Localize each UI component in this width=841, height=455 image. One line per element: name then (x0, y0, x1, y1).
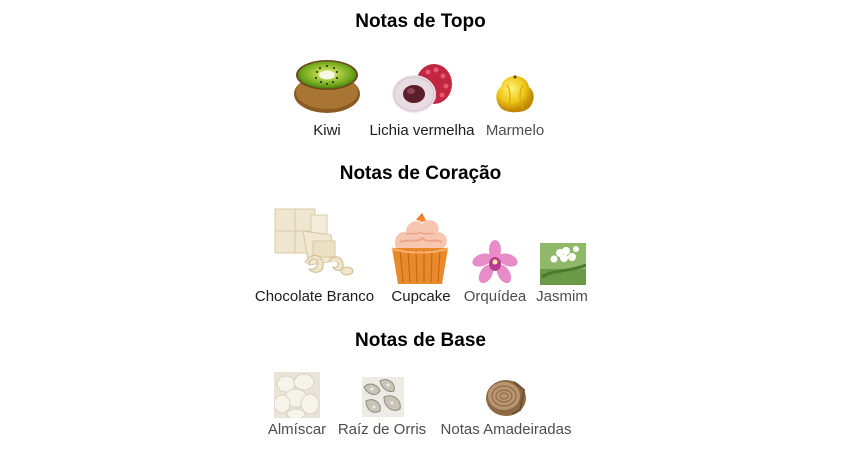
jasmine-image (540, 243, 586, 285)
quince-image (496, 75, 534, 113)
note-label: Almíscar (267, 421, 327, 438)
orris-root-image (362, 377, 404, 417)
note-label: Cupcake (391, 288, 451, 305)
section-title-base: Notas de Base (355, 330, 486, 351)
musk-image (274, 372, 320, 418)
section-title-heart: Notas de Coração (339, 163, 502, 184)
note-label: Marmelo (485, 122, 545, 139)
white-chocolate-image (274, 208, 354, 276)
note-label: Raíz de Orris (337, 421, 427, 438)
note-label: Kiwi (313, 122, 341, 139)
note-label: Notas Amadeiradas (440, 421, 572, 438)
cupcake-image (391, 213, 449, 284)
orchid-image (472, 240, 518, 284)
note-label: Chocolate Branco (254, 288, 375, 305)
note-label: Orquídea (463, 288, 527, 305)
note-label: Lichia vermelha (369, 122, 475, 139)
woody-notes-image (486, 380, 526, 416)
section-title-top: Notas de Topo (355, 11, 486, 32)
note-label: Jasmim (536, 288, 588, 305)
kiwi-image (294, 60, 360, 113)
lychee-image (392, 64, 452, 113)
